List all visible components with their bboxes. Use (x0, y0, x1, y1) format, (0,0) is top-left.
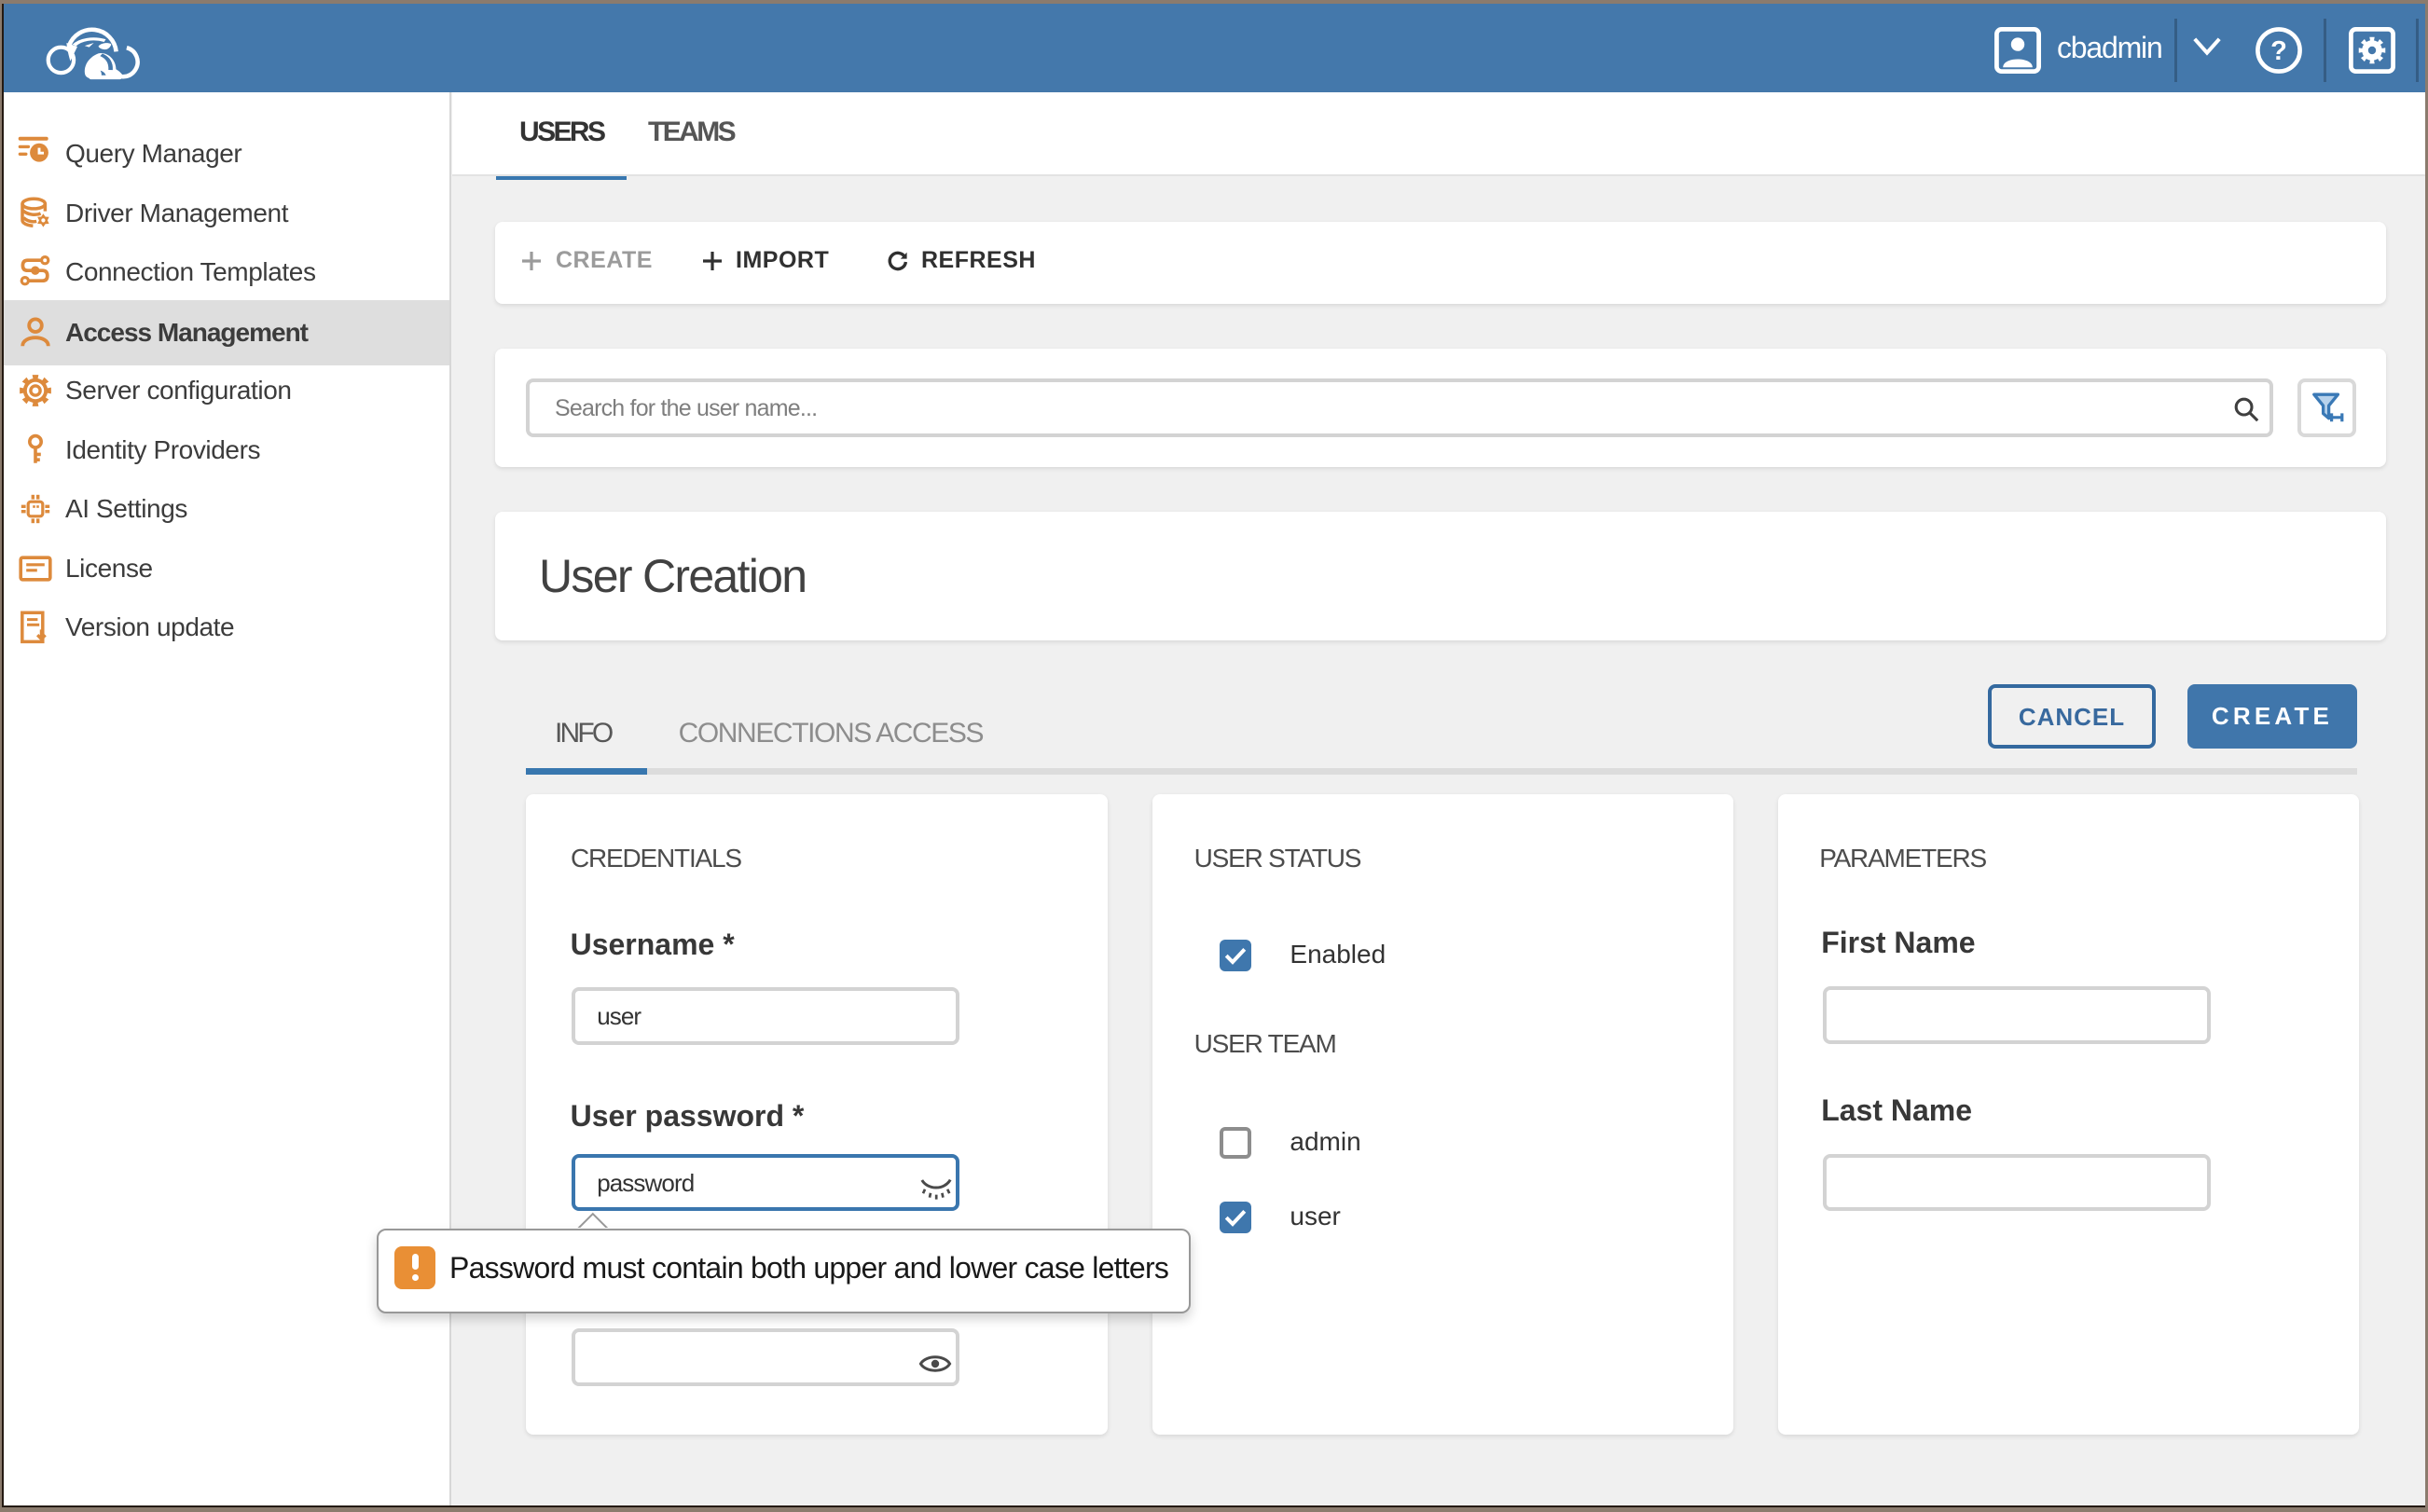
svg-text:?: ? (2270, 36, 2287, 66)
